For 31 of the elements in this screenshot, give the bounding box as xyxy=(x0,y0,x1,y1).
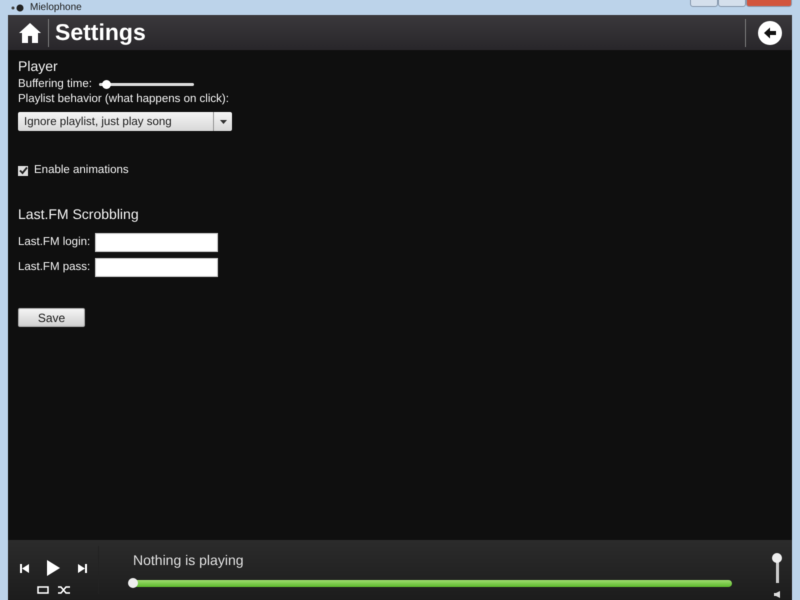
save-button[interactable]: Save xyxy=(18,308,85,327)
play-icon[interactable] xyxy=(46,560,60,576)
volume-thumb[interactable] xyxy=(772,552,782,562)
speaker-icon[interactable] xyxy=(774,590,780,598)
field-label: Buffering time: xyxy=(18,77,92,92)
previous-icon[interactable] xyxy=(20,564,28,572)
now-playing-text: Nothing is playing xyxy=(133,552,245,568)
field-label: Last.FM login: xyxy=(18,235,90,250)
window-title: Mielophone xyxy=(30,2,82,14)
volume-slider[interactable] xyxy=(772,552,782,582)
buffering-slider[interactable] xyxy=(98,80,194,89)
repeat-icon[interactable] xyxy=(36,586,48,594)
next-icon[interactable] xyxy=(78,564,86,572)
checkbox[interactable] xyxy=(18,166,28,176)
field-label: Last.FM pass: xyxy=(18,260,90,275)
field-label: Playlist behavior (what happens on click): xyxy=(18,92,229,107)
checkbox-label: Enable animations xyxy=(34,163,129,178)
back-button-icon[interactable] xyxy=(758,20,782,44)
caret-icon xyxy=(220,120,226,124)
slider-thumb[interactable] xyxy=(102,80,111,89)
seek-thumb[interactable] xyxy=(128,578,138,588)
app-icon xyxy=(10,4,24,12)
home-icon[interactable] xyxy=(18,22,42,44)
shuffle-icon[interactable] xyxy=(58,586,70,594)
input-field[interactable] xyxy=(95,258,218,277)
section-heading: Player xyxy=(18,58,58,74)
section-heading: Last.FM Scrobbling xyxy=(18,206,139,222)
seek-bar[interactable] xyxy=(128,578,732,588)
input-field[interactable] xyxy=(95,233,218,252)
page-title: Settings xyxy=(55,19,146,46)
playlist-dropdown[interactable]: Ignore playlist, just play song xyxy=(18,112,232,131)
